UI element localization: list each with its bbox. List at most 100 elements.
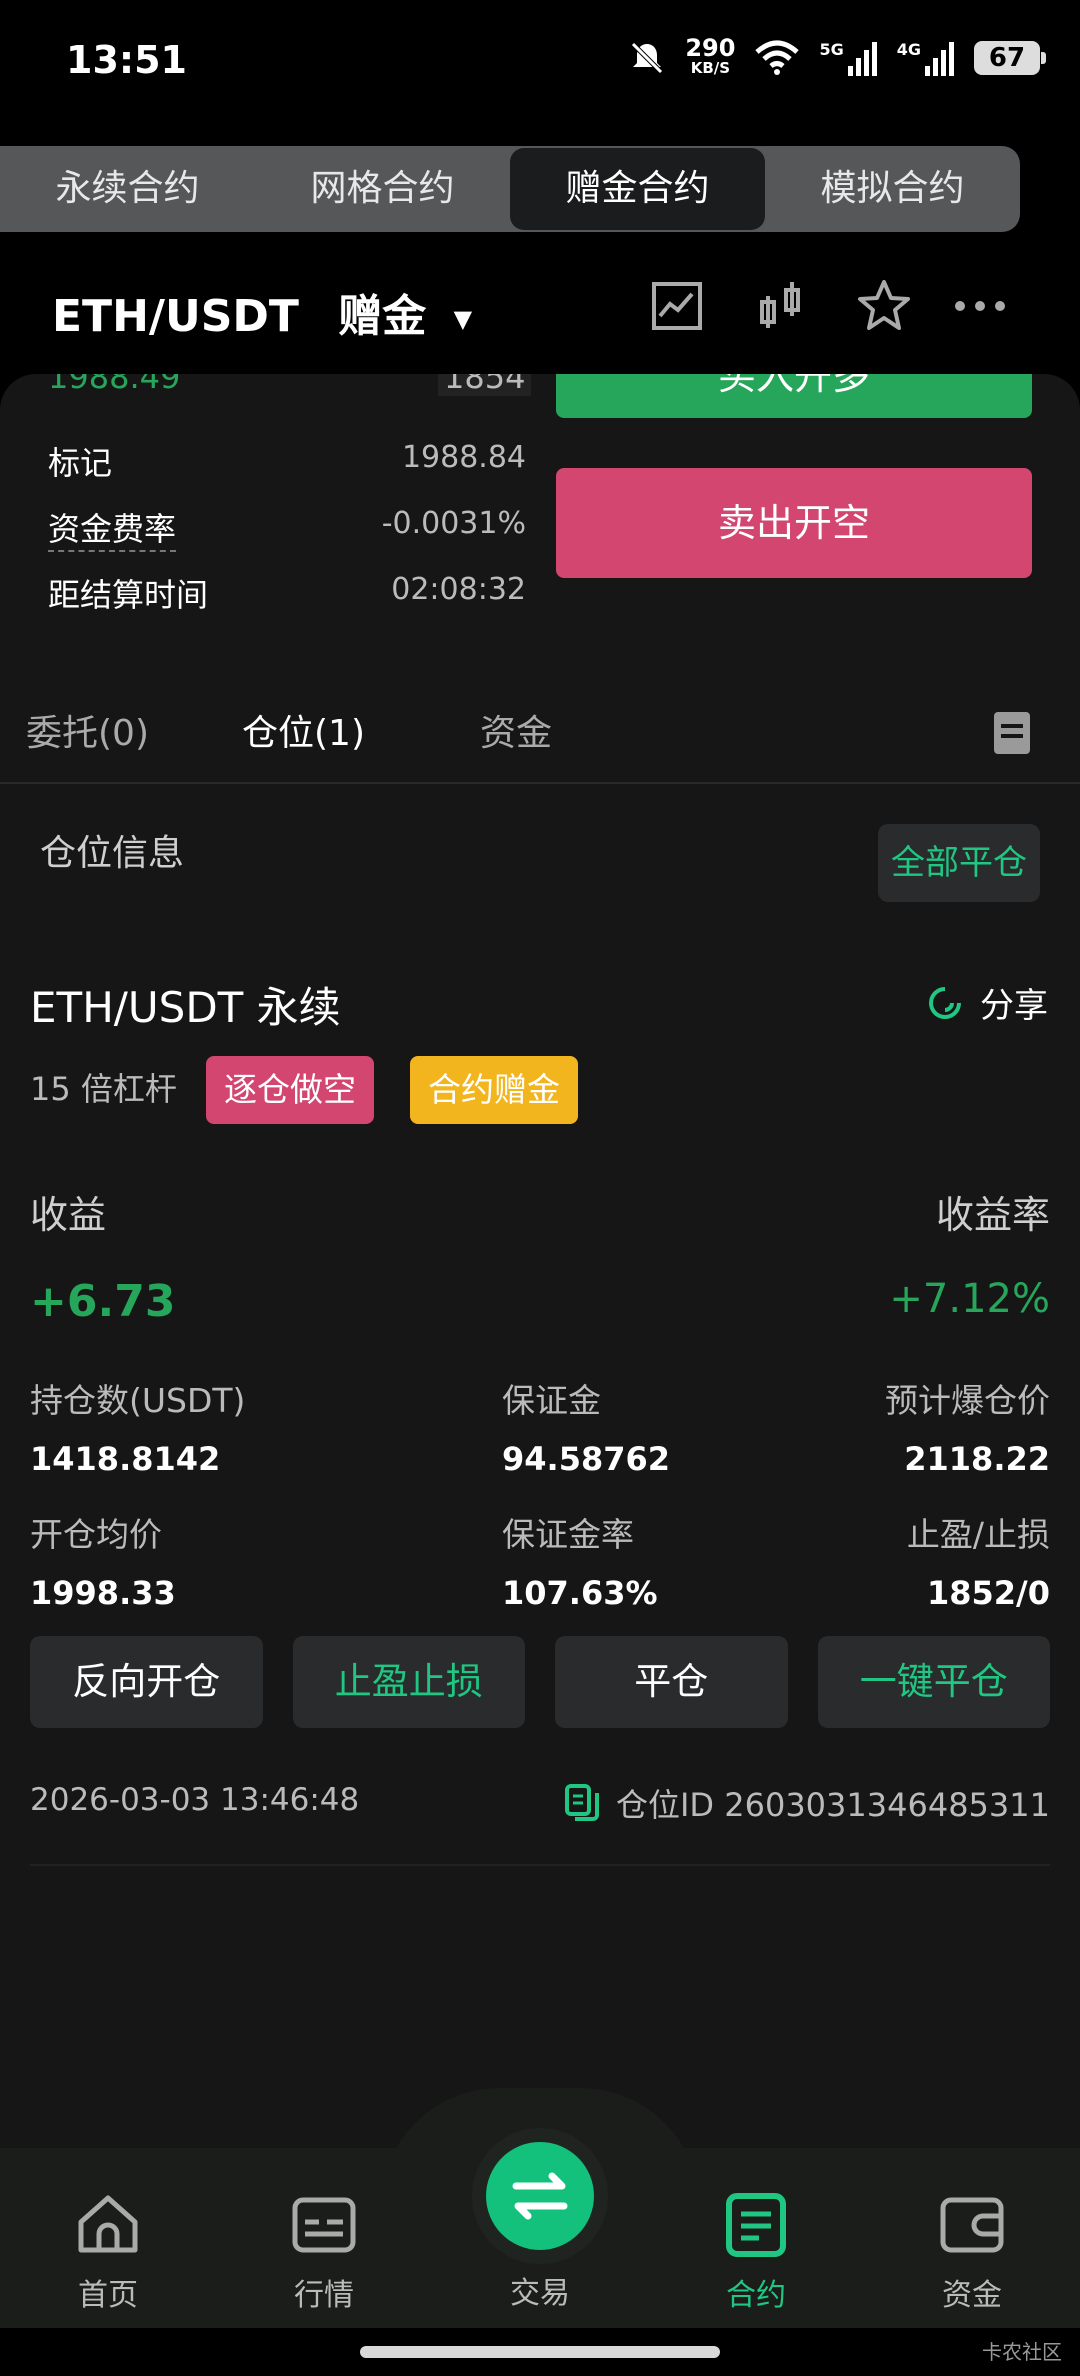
entry-label: 开仓均价 [30,1515,162,1554]
pair-mode: 赠金 [338,291,427,342]
sell-short-button[interactable]: 卖出开空 [556,468,1032,578]
pnl-rate-label: 收益率 [935,1193,1050,1237]
more-icon[interactable] [950,276,1010,336]
status-time: 13:51 [66,38,187,82]
orderbook-price: 1988.49 [48,374,181,396]
orderbook-amount: 1854 [438,374,532,396]
signal-4g: 4G [897,40,956,76]
margin: 保证金 94.58762 [502,1374,670,1478]
status-bar: 13:51 290 KB/S 5G 4G 67 [0,0,1080,130]
caret-down-icon: ▼ [453,305,473,333]
close-all-button[interactable]: 全部平仓 [878,824,1040,902]
pair-symbol: ETH/USDT [52,291,299,342]
watermark: 卡农社区 [982,2340,1062,2364]
nav-market[interactable]: 行情 [254,2190,394,2314]
margin-rate: 保证金率 107.63% [502,1508,658,1612]
position-id[interactable]: 仓位ID 2603031346485311 [564,1780,1050,1826]
settle-value: 02:08:32 [391,572,526,607]
speed-unit: KB/S [690,59,731,77]
quick-close-button[interactable]: 一键平仓 [817,1636,1050,1728]
short-isolated-tag: 逐仓做空 [206,1056,374,1124]
pnl-value: +6.73 [30,1276,176,1327]
margin-value: 94.58762 [502,1440,671,1478]
mark-price-row: 标记 1988.84 [48,438,526,494]
trade-button[interactable] [486,2142,594,2250]
tpsl-label: 止盈/止损 [906,1515,1050,1554]
tab-orders[interactable]: 委托(0) [26,704,149,756]
divider [30,1864,1050,1866]
reverse-position-button[interactable]: 反向开仓 [30,1636,263,1728]
home-indicator[interactable] [360,2346,720,2358]
margin-label: 保证金 [502,1381,601,1420]
close-position-button[interactable]: 平仓 [555,1636,788,1728]
pnl-rate-value: +7.12% [889,1276,1050,1322]
tp-sl: 止盈/止损 1852/0 [907,1508,1050,1612]
share-label: 分享 [980,986,1048,1026]
mark-label: 标记 [48,444,113,482]
copy-icon[interactable] [564,1783,600,1823]
nav-assets[interactable]: 资金 [902,2190,1042,2314]
chart-icon[interactable] [648,276,708,336]
position-tabs: 委托(0) 仓位(1) 资金 [0,674,1080,784]
tab-perpetual[interactable]: 永续合约 [0,146,255,232]
size-value: 1418.8142 [30,1440,221,1478]
nav-market-label: 行情 [294,2278,354,2313]
position-actions: 反向开仓 止盈止损 平仓 一键平仓 [30,1636,1050,1728]
settle-label: 距结算时间 [48,576,209,614]
share-icon [929,986,961,1019]
star-icon[interactable] [854,276,914,336]
home-icon [78,2195,138,2253]
tab-funds[interactable]: 资金 [480,704,552,756]
tab-demo[interactable]: 模拟合约 [765,146,1020,232]
battery-icon: 67 [974,41,1046,75]
pair-header: ETH/USDT 赠金 ▼ [0,240,1080,376]
wallet-icon [940,2197,1004,2253]
tab-bonus[interactable]: 赠金合约 [510,148,765,230]
tp-sl-button[interactable]: 止盈止损 [292,1636,525,1728]
liq-value: 2118.22 [904,1440,1050,1478]
tpsl-value: 1852/0 [926,1574,1050,1612]
buy-long-button[interactable]: 买入开多 [556,374,1032,418]
funding-value: -0.0031% [381,506,526,541]
position-time: 2026-03-03 13:46:48 [30,1782,360,1818]
size-label: 持仓数(USDT) [30,1381,246,1420]
position-pair: ETH/USDT 永续 [30,983,341,1032]
nav-contract-label: 合约 [726,2278,786,2313]
contract-icon [726,2193,786,2257]
pair-selector[interactable]: ETH/USDT 赠金 ▼ [52,280,472,344]
nav-contract[interactable]: 合约 [686,2190,826,2314]
entry-price: 开仓均价 1998.33 [30,1508,176,1612]
nav-home[interactable]: 首页 [38,2190,178,2314]
nav-home-label: 首页 [78,2278,138,2313]
liquidation-price: 预计爆仓价 2118.22 [885,1374,1050,1478]
network-speed: 290 KB/S [685,36,735,78]
funding-label[interactable]: 资金费率 [48,504,177,552]
gesture-bar: 卡农社区 [0,2328,1080,2376]
position-id-text: 仓位ID 2603031346485311 [615,1786,1050,1824]
funding-rate-row[interactable]: 资金费率 -0.0031% [48,504,526,560]
liq-label: 预计爆仓价 [885,1381,1050,1420]
mute-icon [631,42,664,74]
signal-5g: 5G [819,40,878,76]
swap-icon [512,2172,568,2220]
document-icon[interactable] [994,712,1030,754]
position-size: 持仓数(USDT) 1418.8142 [30,1374,245,1478]
margin-rate-label: 保证金率 [502,1515,634,1554]
trading-sheet: 1988.49 1854 标记 1988.84 资金费率 -0.0031% 距结… [0,374,1080,2150]
status-icons: 290 KB/S 5G 4G 67 [627,36,1046,78]
margin-rate-value: 107.63% [502,1574,658,1612]
entry-value: 1998.33 [30,1574,176,1612]
net-4g-label: 4G [896,40,921,59]
pnl-label: 收益 [30,1193,107,1237]
market-icon [292,2197,356,2253]
wifi-icon [755,40,800,75]
mark-value: 1988.84 [401,440,526,475]
candlestick-icon[interactable] [752,276,812,336]
position-info-title: 仓位信息 [40,833,185,874]
tab-grid[interactable]: 网格合约 [255,146,510,232]
bonus-tag: 合约赠金 [410,1056,578,1124]
tab-positions[interactable]: 仓位(1) [242,704,365,756]
signal-icon [925,42,954,76]
settlement-row: 距结算时间 02:08:32 [48,570,526,626]
share-button[interactable]: 分享 [926,978,1048,1027]
